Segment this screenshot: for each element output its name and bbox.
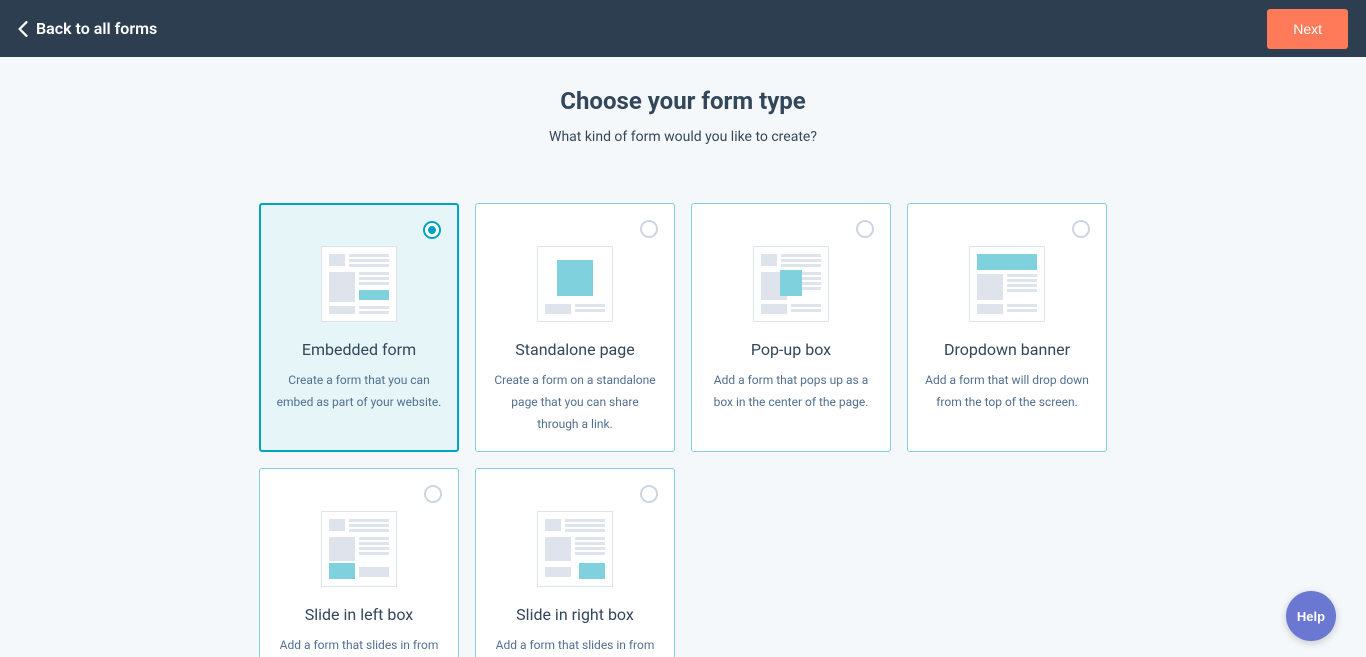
option-embedded-form[interactable]: Embedded form Create a form that you can… <box>259 203 459 452</box>
card-description: Add a form that slides in from the left … <box>274 634 444 657</box>
option-dropdown-banner[interactable]: Dropdown banner Add a form that will dro… <box>907 203 1107 452</box>
next-button[interactable]: Next <box>1267 9 1348 49</box>
option-slide-left[interactable]: Slide in left box Add a form that slides… <box>259 468 459 657</box>
card-description: Add a form that slides in from the right… <box>490 634 660 657</box>
content: Choose your form type What kind of form … <box>0 57 1366 657</box>
back-to-forms-link[interactable]: Back to all forms <box>18 19 157 38</box>
option-standalone-page[interactable]: Standalone page Create a form on a stand… <box>475 203 675 452</box>
card-title: Slide in right box <box>490 605 660 624</box>
header: Back to all forms Next <box>0 0 1366 57</box>
popup-box-icon <box>753 246 829 322</box>
card-title: Dropdown banner <box>922 340 1092 359</box>
card-title: Slide in left box <box>274 605 444 624</box>
content-scroll[interactable]: Choose your form type What kind of form … <box>0 57 1366 657</box>
card-description: Add a form that pops up as a box in the … <box>706 369 876 413</box>
card-description: Create a form on a standalone page that … <box>490 369 660 436</box>
page-title: Choose your form type <box>20 87 1346 115</box>
card-description: Create a form that you can embed as part… <box>274 369 444 413</box>
card-title: Standalone page <box>490 340 660 359</box>
radio-icon <box>640 220 658 238</box>
card-title: Pop-up box <box>706 340 876 359</box>
dropdown-banner-icon <box>969 246 1045 322</box>
slide-left-icon <box>321 511 397 587</box>
slide-right-icon <box>537 511 613 587</box>
radio-icon <box>640 485 658 503</box>
page-subtitle: What kind of form would you like to crea… <box>20 129 1346 145</box>
card-title: Embedded form <box>274 340 444 359</box>
chevron-left-icon <box>18 21 28 37</box>
radio-icon <box>1072 220 1090 238</box>
form-type-grid: Embedded form Create a form that you can… <box>233 203 1133 657</box>
option-slide-right[interactable]: Slide in right box Add a form that slide… <box>475 468 675 657</box>
radio-icon <box>424 485 442 503</box>
radio-icon <box>856 220 874 238</box>
option-popup-box[interactable]: Pop-up box Add a form that pops up as a … <box>691 203 891 452</box>
radio-icon <box>423 221 441 239</box>
embedded-form-icon <box>321 246 397 322</box>
back-link-label: Back to all forms <box>36 19 157 38</box>
help-button[interactable]: Help <box>1286 591 1336 641</box>
card-description: Add a form that will drop down from the … <box>922 369 1092 413</box>
standalone-page-icon <box>537 246 613 322</box>
